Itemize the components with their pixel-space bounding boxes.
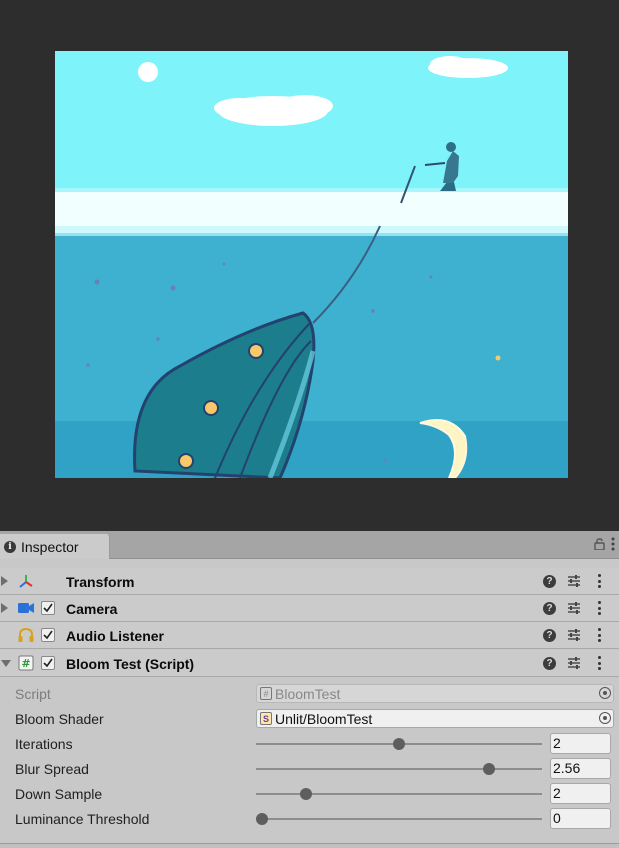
component-menu-icon[interactable] [594, 600, 604, 616]
camera-enabled-checkbox[interactable] [41, 601, 55, 615]
help-icon[interactable]: ? [543, 602, 556, 615]
transform-icon [17, 573, 35, 589]
iterations-label: Iterations [15, 736, 73, 752]
component-header-audio-listener[interactable]: Audio Listener ? [0, 622, 619, 649]
bloom-test-enabled-checkbox[interactable] [41, 656, 55, 670]
script-label: Script [15, 686, 51, 702]
component-menu-icon[interactable] [594, 655, 604, 671]
component-header-bloom-test[interactable]: # Bloom Test (Script) ? [0, 650, 619, 677]
down-sample-input[interactable]: 2 [550, 783, 611, 804]
game-view [0, 0, 619, 531]
component-header-camera[interactable]: Camera ? [0, 595, 619, 622]
component-menu-icon[interactable] [594, 573, 604, 589]
luminance-threshold-input[interactable]: 0 [550, 808, 611, 829]
script-field-value: BloomTest [275, 685, 341, 702]
down-sample-slider[interactable] [256, 786, 542, 802]
next-component-header [0, 843, 619, 848]
luminance-threshold-label: Luminance Threshold [15, 811, 150, 827]
object-picker-icon [599, 687, 611, 699]
script-hash-icon: # [17, 655, 35, 671]
bloom-shader-field[interactable]: S Unlit/BloomTest [256, 709, 614, 728]
help-icon[interactable]: ? [543, 657, 556, 670]
tab-inspector-label: Inspector [21, 538, 79, 555]
slider-thumb[interactable] [483, 763, 496, 775]
down-sample-label: Down Sample [15, 786, 103, 802]
game-view-render [55, 51, 568, 478]
headphones-icon [17, 627, 35, 643]
script-field: # BloomTest [256, 684, 614, 703]
info-icon: i [4, 540, 16, 553]
help-icon[interactable]: ? [543, 629, 556, 642]
lock-icon[interactable] [594, 538, 605, 550]
bloom-shader-label: Bloom Shader [15, 711, 104, 727]
iterations-slider[interactable] [256, 736, 542, 752]
component-menu-icon[interactable] [594, 627, 604, 643]
foldout-arrow-icon[interactable] [1, 660, 11, 667]
camera-icon [17, 600, 35, 616]
foldout-arrow-icon[interactable] [1, 603, 8, 613]
component-title-audio-listener: Audio Listener [66, 628, 165, 644]
shader-file-icon: S [260, 712, 272, 725]
slider-thumb[interactable] [256, 813, 268, 825]
foldout-arrow-icon[interactable] [1, 576, 8, 586]
inspector-tab-bar: i Inspector [0, 531, 619, 559]
component-title-bloom-test: Bloom Test (Script) [66, 656, 195, 672]
blur-spread-slider[interactable] [256, 761, 542, 777]
slider-track [256, 793, 542, 795]
iterations-input[interactable]: 2 [550, 733, 611, 754]
presets-sliders-icon[interactable] [567, 574, 581, 588]
blur-spread-label: Blur Spread [15, 761, 89, 777]
presets-sliders-icon[interactable] [567, 628, 581, 642]
slider-track [256, 768, 542, 770]
audio-listener-enabled-checkbox[interactable] [41, 628, 55, 642]
script-file-icon: # [260, 687, 272, 700]
bloom-shader-field-value: Unlit/BloomTest [275, 710, 373, 727]
slider-track [256, 818, 542, 820]
slider-thumb[interactable] [393, 738, 405, 750]
blur-spread-input[interactable]: 2.56 [550, 758, 611, 779]
luminance-threshold-slider[interactable] [256, 811, 542, 827]
kebab-menu-icon[interactable] [611, 537, 615, 551]
svg-text:#: # [21, 657, 30, 670]
help-icon[interactable]: ? [543, 575, 556, 588]
presets-sliders-icon[interactable] [567, 656, 581, 670]
inspector-panel: i Inspector Transform ? Camera ? Audio L… [0, 531, 619, 848]
tab-bar-actions [594, 537, 615, 551]
presets-sliders-icon[interactable] [567, 601, 581, 615]
object-picker-icon[interactable] [599, 712, 611, 724]
component-title-camera: Camera [66, 601, 118, 617]
component-title-transform: Transform [66, 574, 135, 590]
component-header-transform[interactable]: Transform ? [0, 568, 619, 595]
tab-inspector[interactable]: i Inspector [0, 534, 110, 559]
slider-thumb[interactable] [299, 788, 312, 800]
